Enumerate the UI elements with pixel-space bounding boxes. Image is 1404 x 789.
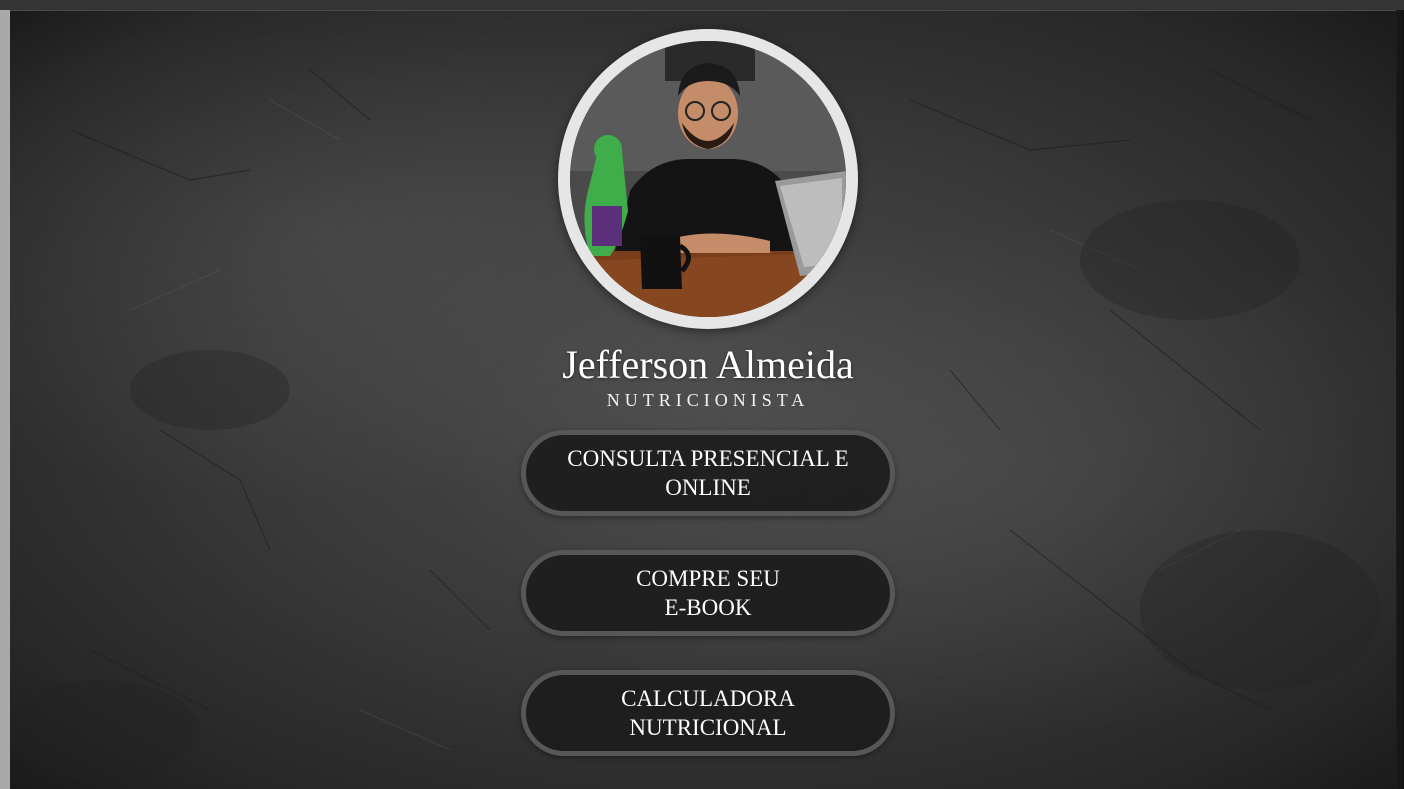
left-edge-strip <box>0 10 10 789</box>
link-button-calculadora[interactable]: CALCULADORA NUTRICIONAL <box>521 670 895 756</box>
profile-title: NUTRICIONISTA <box>606 390 810 410</box>
scrollbar-track[interactable] <box>1396 10 1404 789</box>
link-button-consulta[interactable]: CONSULTA PRESENCIAL E ONLINE <box>521 430 895 516</box>
link-button-ebook[interactable]: COMPRE SEU E-BOOK <box>521 550 895 636</box>
profile-photo <box>570 41 846 317</box>
profile-name: Jefferson Almeida <box>562 342 854 387</box>
page: Jefferson Almeida NUTRICIONISTA CONSULTA… <box>0 0 1404 789</box>
profile-photo-illustration <box>570 41 846 317</box>
profile-photo-frame <box>558 29 858 329</box>
browser-top-bar <box>0 0 1404 11</box>
